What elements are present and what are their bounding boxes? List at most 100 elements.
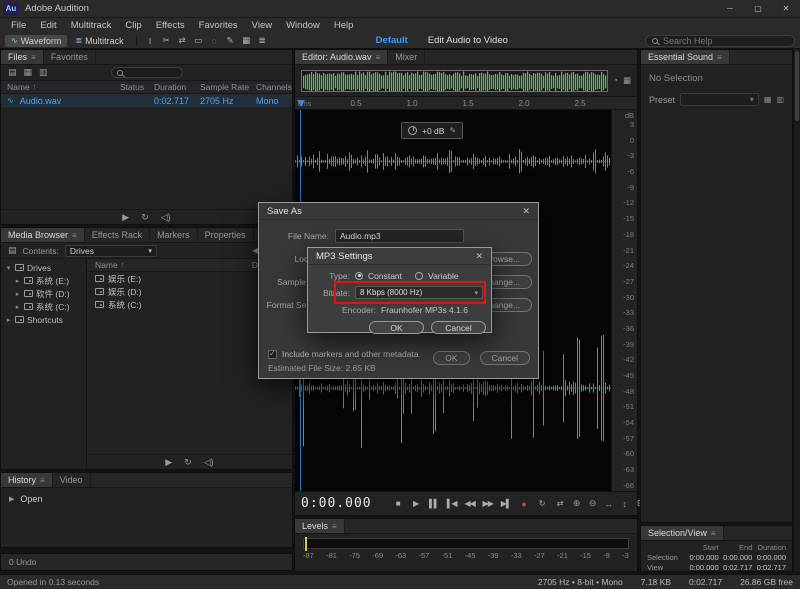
skip-selection-button[interactable]: ⇄ xyxy=(552,496,568,511)
minimize-button[interactable]: ─ xyxy=(716,0,744,17)
pause-button[interactable]: ▌▌ xyxy=(426,496,442,511)
knob-icon[interactable]: ◔ xyxy=(613,75,618,86)
file-row-audio-wav[interactable]: ∿Audio.wav 0:02.717 2705 Hz Mono xyxy=(1,94,292,107)
constant-radio[interactable] xyxy=(355,272,363,280)
tab-video[interactable]: Video xyxy=(53,473,91,487)
overview-waveform[interactable] xyxy=(301,70,608,92)
zoom-in-horizontal-button[interactable]: ↔ xyxy=(602,497,616,511)
menu-item[interactable]: Favorites xyxy=(192,20,245,31)
menu-item[interactable]: Edit xyxy=(33,20,63,31)
play-button[interactable]: ▶ xyxy=(408,496,424,511)
panel-menu-icon[interactable]: ≡ xyxy=(332,522,337,531)
right-scrollbar[interactable] xyxy=(793,49,800,572)
skip-to-end-button[interactable]: ▶▌ xyxy=(498,496,514,511)
loop-icon[interactable]: ↻ xyxy=(184,457,192,468)
column-channels[interactable]: Channels xyxy=(256,82,292,92)
menu-item[interactable]: Multitrack xyxy=(64,20,119,31)
pencil-icon[interactable]: ✎ xyxy=(449,126,456,135)
spot-healing-tool-button[interactable]: ▦ xyxy=(239,34,254,47)
paintbrush-tool-button[interactable]: ✎ xyxy=(223,34,238,47)
marquee-selection-tool-button[interactable]: ▭ xyxy=(191,34,206,47)
panel-menu-icon[interactable]: ≡ xyxy=(711,529,716,538)
history-item-open[interactable]: ▶ Open xyxy=(1,492,292,506)
close-icon[interactable]: ✕ xyxy=(475,251,483,262)
tab-history[interactable]: History ≡ xyxy=(1,473,53,487)
mp3-cancel-button[interactable]: Cancel xyxy=(431,321,486,334)
tree-collapsed-icon[interactable]: ▸ xyxy=(14,303,21,311)
tab-editor[interactable]: Editor: Audio.wav ≡ xyxy=(295,50,388,64)
maximize-button[interactable]: ▢ xyxy=(744,0,772,17)
play-icon[interactable]: ▶ xyxy=(122,212,129,223)
tab-mixer[interactable]: Mixer xyxy=(388,50,425,64)
tab-levels[interactable]: Levels ≡ xyxy=(295,519,345,533)
panel-menu-icon[interactable]: ≡ xyxy=(31,53,36,62)
variable-radio[interactable] xyxy=(415,272,423,280)
mp3-ok-button[interactable]: OK xyxy=(369,321,424,334)
tab-markers[interactable]: Markers xyxy=(150,228,198,242)
tree-collapsed-icon[interactable]: ▸ xyxy=(5,316,12,324)
panel-menu-icon[interactable]: ≡ xyxy=(717,53,722,62)
play-icon[interactable]: ▶ xyxy=(165,457,172,468)
workspace-edit-audio-to-video[interactable]: Edit Audio to Video xyxy=(428,35,508,46)
files-search-box[interactable] xyxy=(111,67,183,78)
tree-drive-item[interactable]: ▸ 软件 (D:) xyxy=(1,287,86,300)
spectral-display-icon[interactable]: ▦ xyxy=(623,75,631,86)
close-button[interactable]: ✕ xyxy=(772,0,800,17)
multitrack-view-button[interactable]: ≣ Multitrack xyxy=(69,35,129,47)
timeline-ruler[interactable]: hms 0.51.01.52.02.5 xyxy=(295,97,637,110)
import-file-icon[interactable]: ▤ xyxy=(8,245,17,256)
panel-menu-icon[interactable]: ≡ xyxy=(72,231,77,240)
trash-icon[interactable]: ▥ xyxy=(39,67,48,78)
tab-files[interactable]: Files ≡ xyxy=(1,50,44,64)
open-folder-icon[interactable]: ▦ xyxy=(24,67,33,78)
selection-end[interactable]: 0:00.000 xyxy=(719,553,753,562)
view-duration[interactable]: 0:02.717 xyxy=(752,563,786,572)
tab-properties[interactable]: Properties xyxy=(198,228,254,242)
file-name-input[interactable]: Audio.mp3 xyxy=(335,229,464,243)
list-column-name[interactable]: Name↑ xyxy=(95,260,252,270)
tree-collapsed-icon[interactable]: ▸ xyxy=(14,290,21,298)
tab-essential-sound[interactable]: Essential Sound ≡ xyxy=(641,50,730,64)
rewind-button[interactable]: ◀◀ xyxy=(462,496,478,511)
column-duration[interactable]: Duration xyxy=(154,82,200,92)
menu-item[interactable]: Window xyxy=(279,20,327,31)
help-search-box[interactable]: Search Help xyxy=(645,35,795,47)
stop-button[interactable]: ■ xyxy=(390,496,406,511)
speaker-icon[interactable]: ◁) xyxy=(161,212,171,223)
zoom-in-vertical-button[interactable]: ↕ xyxy=(618,497,632,511)
scrollbar-thumb[interactable] xyxy=(795,51,799,121)
move-tool-button[interactable]: ≣ xyxy=(255,34,270,47)
checkbox-checked-icon[interactable]: ✓ xyxy=(268,350,277,359)
import-file-icon[interactable]: ▤ xyxy=(8,67,17,78)
selection-duration[interactable]: 0:00.000 xyxy=(752,553,786,562)
tree-collapsed-icon[interactable]: ▸ xyxy=(14,277,21,285)
tree-drive-item[interactable]: ▸ 系统 (E:) xyxy=(1,274,86,287)
preset-dropdown[interactable]: ▾ xyxy=(680,93,759,106)
selection-start[interactable]: 0:00.000 xyxy=(685,553,719,562)
menu-item[interactable]: Help xyxy=(327,20,361,31)
waveform-view-button[interactable]: ∿ Waveform xyxy=(5,35,67,47)
tab-favorites[interactable]: Favorites xyxy=(44,50,96,64)
column-name[interactable]: Name↑ xyxy=(7,82,120,92)
menu-item[interactable]: Clip xyxy=(118,20,148,31)
menu-item[interactable]: Effects xyxy=(149,20,192,31)
tree-expanded-icon[interactable]: ▾ xyxy=(5,264,12,272)
razor-tool-button[interactable]: ✂ xyxy=(159,34,174,47)
save-as-cancel-button[interactable]: Cancel xyxy=(480,351,530,365)
menu-item[interactable]: File xyxy=(4,20,33,31)
zoom-in-button[interactable]: ⊕ xyxy=(570,497,584,511)
tab-media-browser[interactable]: Media Browser ≡ xyxy=(1,228,85,242)
slip-tool-button[interactable]: ⇄ xyxy=(175,34,190,47)
bitrate-dropdown[interactable]: 8 Kbps (8000 Hz) ▾ xyxy=(355,286,483,299)
tree-drive-item[interactable]: ▸ 系统 (C:) xyxy=(1,300,86,313)
panel-menu-icon[interactable]: ≡ xyxy=(40,476,45,485)
skip-to-start-button[interactable]: ▌◀ xyxy=(444,496,460,511)
loop-icon[interactable]: ↻ xyxy=(141,212,149,223)
record-button[interactable]: ● xyxy=(516,496,532,511)
time-selection-tool-button[interactable]: Ι xyxy=(143,34,158,47)
gain-knob-icon[interactable] xyxy=(408,126,417,135)
tab-selection-view[interactable]: Selection/View ≡ xyxy=(641,526,724,540)
delete-preset-icon[interactable]: ▥ xyxy=(776,95,784,104)
save-preset-icon[interactable]: ▦ xyxy=(764,95,772,104)
close-icon[interactable]: ✕ xyxy=(522,206,530,217)
